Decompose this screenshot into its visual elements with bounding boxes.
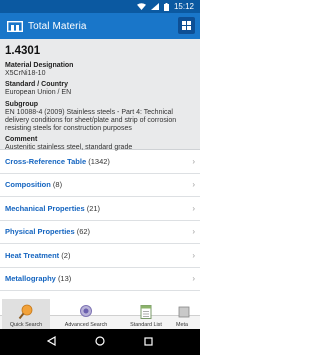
chevron-right-icon: ›	[192, 227, 195, 237]
section-metallography[interactable]: Metallography (13) ›	[0, 268, 200, 291]
status-bar: 15:12	[0, 0, 200, 13]
nav-label: Advanced Search	[64, 322, 108, 328]
section-physical-properties[interactable]: Physical Properties (62) ›	[0, 221, 200, 244]
nav-standard-list[interactable]: Standard List	[122, 299, 170, 330]
field-label-standard: Standard / Country	[5, 81, 69, 89]
battery-icon	[163, 2, 169, 11]
material-header: 1.4301 Material Designation X5CrNi18-10 …	[0, 39, 200, 151]
recents-icon[interactable]	[144, 333, 153, 351]
nav-label: Quick Search	[9, 322, 43, 328]
bottom-nav: Quick Search Advanced Search Standard Li…	[0, 299, 200, 330]
field-label-subgroup: Subgroup	[5, 100, 39, 108]
metals-icon	[176, 304, 192, 320]
menu-grid-button[interactable]	[178, 17, 195, 34]
signal-icon	[150, 3, 159, 10]
section-label: Cross-Reference Table	[5, 156, 87, 166]
field-label-designation: Material Designation	[5, 62, 74, 69]
section-list: Cross-Reference Table (1342) › Compositi…	[0, 149, 200, 291]
system-nav-bar	[0, 329, 200, 355]
section-heat-treatment[interactable]: Heat Treatment (2) ›	[0, 244, 200, 268]
app-bar: Total Materia	[0, 13, 200, 39]
chevron-right-icon: ›	[192, 250, 195, 260]
back-icon[interactable]	[47, 333, 56, 351]
nav-label: Meta	[176, 322, 188, 328]
chevron-right-icon: ›	[192, 203, 195, 213]
standard-list-icon	[138, 304, 154, 320]
section-label: Metallography	[5, 274, 56, 284]
grid-icon	[182, 17, 191, 35]
wifi-icon	[136, 3, 146, 10]
total-materia-logo	[7, 20, 23, 32]
section-count: (13)	[57, 274, 72, 284]
status-time: 15:12	[173, 2, 194, 11]
section-cross-reference[interactable]: Cross-Reference Table (1342) ›	[0, 150, 200, 174]
nav-metals[interactable]: Meta	[176, 299, 200, 330]
chevron-right-icon: ›	[192, 274, 195, 284]
field-value-designation: X5CrNi18-10	[5, 70, 46, 77]
section-label: Heat Treatment	[5, 250, 60, 260]
section-label: Mechanical Properties	[5, 203, 85, 213]
app-title: Total Materia	[28, 20, 87, 32]
section-label: Physical Properties	[5, 227, 75, 237]
field-label-comment: Comment	[5, 136, 38, 144]
home-icon[interactable]	[95, 333, 105, 351]
nav-advanced-search[interactable]: Advanced Search	[62, 299, 110, 330]
nav-label: Standard List	[130, 322, 162, 328]
chevron-right-icon: ›	[192, 156, 195, 166]
section-count: (21)	[86, 203, 101, 213]
section-count: (62)	[76, 227, 91, 237]
section-count: (8)	[52, 180, 63, 190]
field-value-standard: European Union / EN	[5, 89, 72, 97]
chevron-right-icon: ›	[192, 180, 195, 190]
advanced-search-icon	[78, 304, 94, 320]
material-detail: 1.4301 Material Designation X5CrNi18-10 …	[0, 39, 200, 315]
section-mechanical-properties[interactable]: Mechanical Properties (21) ›	[0, 197, 200, 221]
nav-quick-search[interactable]: Quick Search	[2, 299, 50, 330]
quick-search-icon	[18, 304, 34, 320]
section-count: (2)	[61, 250, 71, 260]
field-value-subgroup: EN 10088-4 (2009) Stainless steels - Par…	[5, 108, 177, 133]
section-composition[interactable]: Composition (8) ›	[0, 174, 200, 197]
section-count: (1342)	[88, 156, 110, 166]
section-label: Composition	[5, 180, 51, 190]
material-number: 1.4301	[5, 45, 41, 57]
